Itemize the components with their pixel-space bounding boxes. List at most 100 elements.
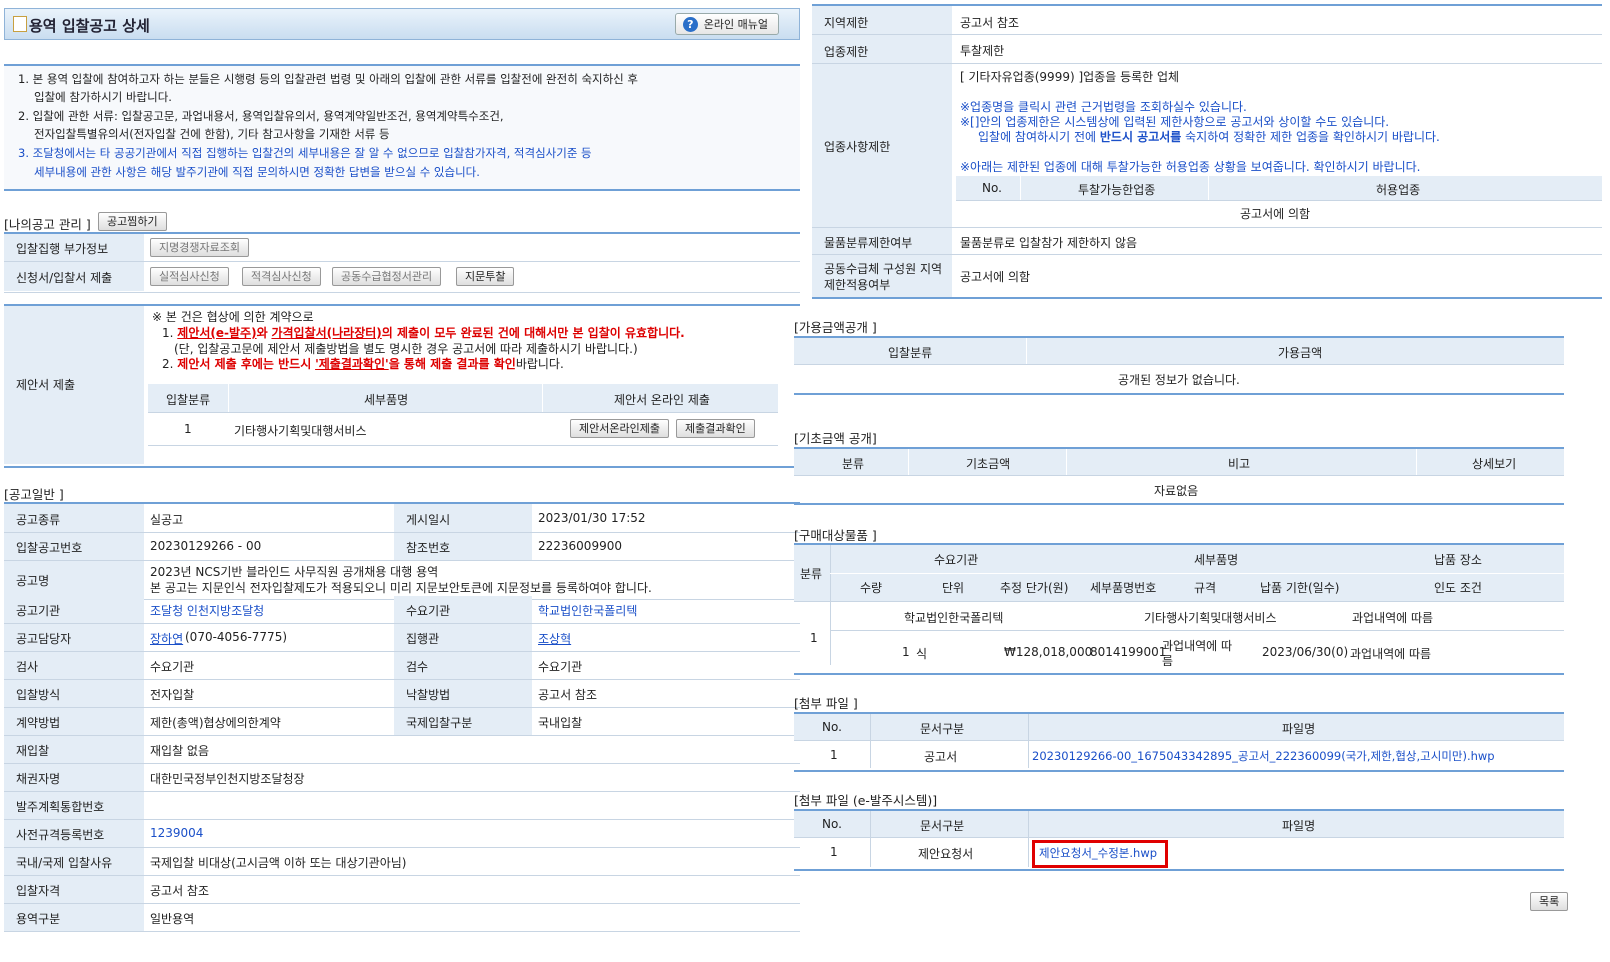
page-title: 용역 입찰공고 상세 [29,17,150,35]
restriction-table: 지역제한 공고서 참조 업종제한 투찰제한 업종사항제한 [ 기타자유업종(99… [812,4,1602,299]
purchase-delivery: 과업내역에 따름 [1350,647,1432,661]
post-date-label: 게시일시 [406,513,451,527]
industry-note-3: 입찰에 참여하시기 전에 반드시 공고서를 숙지하여 정확한 제한 업종을 확인… [978,130,1440,144]
purchase-item-no: 8014199001 [1090,645,1167,659]
industry-note-4: ※아래는 제한된 업종에 대해 투찰가능한 허용업종 상황을 보여줍니다. 확인… [960,160,1421,174]
proposal-table-header: 입찰분류 세부품명 제안서 온라인 제출 [148,384,778,413]
rebid-label: 재입찰 [16,744,50,758]
contract-method-label: 계약방법 [16,716,61,730]
notice-agency-label: 공고기관 [16,604,61,618]
bid-actions: 입찰집행 부가정보 지명경쟁자료조회 신청서/입찰서 제출 실적심사신청 적격심… [4,232,800,293]
notice-line: 1. 본 용역 입찰에 참여하고자 하는 분들은 시행령 등의 입찰관련 법령 … [18,72,639,86]
manager-link[interactable]: 장하연 [150,630,183,647]
purchase-row-no: 1 [810,631,818,645]
bookmark-notice-button[interactable]: 공고찜하기 [98,212,167,231]
bid-method-label: 입찰방식 [16,688,61,702]
service-type-label: 용역구분 [16,912,61,926]
my-notice-title: [나의공고 관리 ] [4,217,91,232]
joint-label: 공동수급체 구성원 지역 [824,262,943,276]
intl-bid-type-label: 국제입찰구분 [406,716,473,730]
exec-info-label-cell: 입찰집행 부가정보 [4,234,144,261]
performance-review-button[interactable]: 실적심사신청 [150,267,229,286]
industry-detail-line: [ 기타자유업종(9999) ]업종을 등록한 업체 [960,70,1180,84]
purchase-due: 2023/06/30(0) [1262,645,1349,659]
attach2-title: [첨부 파일 (e-발주시스템)] [794,793,938,808]
designated-competition-button[interactable]: 지명경쟁자료조회 [150,238,249,257]
purchase-price: ₩128,018,000 [1004,645,1093,659]
proposal-head: ※ 본 건은 협상에 의한 계약으로 [152,310,314,324]
proposal-line2: 2. 제안서 제출 후에는 반드시 '제출결과확인'을 통해 제출 결과를 확인… [162,357,564,371]
purchase-agency: 학교법인한국폴리텍 [904,611,1004,625]
industry-detail-label: 업종사항제한 [824,140,891,154]
page-header: 용역 입찰공고 상세 ? 온라인 매뉴얼 [4,8,800,40]
edit-icon [13,16,27,32]
available-amount-empty: 공개된 정보가 없습니다. [1118,373,1240,387]
help-icon: ? [682,17,698,32]
qualification-review-button[interactable]: 적격심사신청 [242,267,321,286]
industry-label: 업종제한 [824,45,869,59]
creditor-label: 채권자명 [16,772,61,786]
intl-reason-label: 국내/국제 입찰사유 [16,856,113,870]
inspection-value: 수요기관 [150,660,195,674]
available-amount-table: 입찰분류 가용금액 공개된 정보가 없습니다. [794,336,1564,395]
executor-link[interactable]: 조상혁 [538,630,571,647]
proposal-section: 제안서 제출 ※ 본 건은 협상에 의한 계약으로 1. 제안서(e-발주)와 … [4,304,800,468]
base-amount-table: 분류 기초금액 비고 상세보기 자료없음 [794,447,1564,505]
purchase-table: 분류 수요기관 세부품명 납품 장소 수량 단위 추정 단가(원) 세부품명번호… [794,543,1564,675]
purchase-unit: 식 [916,647,928,661]
joint-value: 공고서에 의함 [960,270,1031,284]
pre-spec-link[interactable]: 1239004 [150,826,203,840]
award-method-value: 공고서 참조 [538,688,598,702]
notice-line: 입찰에 참가하시기 바랍니다. [34,90,172,104]
region-label: 지역제한 [824,16,869,30]
reference-number-value: 22236009900 [538,539,622,553]
bid-qualification-label: 입찰자격 [16,884,61,898]
demand-agency-label: 수요기관 [406,604,451,618]
industry-row: 공고서에 의함 [1240,207,1311,221]
attach-title: [첨부 파일 ] [794,696,858,711]
demand-agency-link[interactable]: 학교법인한국폴리텍 [538,602,637,619]
notice-type-value: 실공고 [150,513,184,527]
attach2-table: No. 문서구분 파일명 1 제안요청서 제안요청서_수정본.hwp [794,809,1564,871]
intl-bid-type-value: 국내입찰 [538,716,583,730]
reference-number-label: 참조번호 [406,541,451,555]
purchase-item: 기타행사기획및대행서비스 [1144,611,1277,625]
notice-agency-link[interactable]: 조달청 인천지방조달청 [150,602,264,619]
fingerprint-bid-button[interactable]: 지문투찰 [456,267,515,286]
joint-agreement-button[interactable]: 공동수급협정서관리 [332,267,442,286]
proposal-request-file-link[interactable]: 제안요청서_수정본.hwp [1032,840,1169,868]
service-type-value: 일반용역 [150,912,195,926]
intl-reason-value: 국제입찰 비대상(고시금액 이하 또는 대상기관아님) [150,856,407,870]
submit-result-check-button[interactable]: 제출결과확인 [676,419,755,438]
submit-label-cell: 신청서/입찰서 제출 [4,262,144,291]
online-manual-button[interactable]: ? 온라인 매뉴얼 [674,13,779,35]
region-value: 공고서 참조 [960,16,1020,30]
order-plan-label: 발주계획통합번호 [16,800,105,814]
goods-restrict-value: 물품분류로 입찰참가 제한하지 않음 [960,236,1138,250]
proposal-online-submit-button[interactable]: 제안서온라인제출 [570,419,669,438]
notice-type-label: 공고종류 [16,513,61,527]
contract-method-value: 제한(총액)협상에의한계약 [150,716,281,730]
acceptance-value: 수요기관 [538,660,583,674]
attach-file-link[interactable]: 20230129266-00_1675043342895_공고서_2223600… [1032,748,1495,764]
notice-name-note: 본 공고는 지문인식 전자입찰제도가 적용되오니 미리 지문보안토큰에 지문정보… [150,581,652,595]
bid-number-value: 20230129266 - 00 [150,539,262,553]
purchase-qty: 1 [902,645,910,659]
purchase-place: 과업내역에 따름 [1352,611,1434,625]
general-table: 공고종류 실공고 게시일시 2023/01/30 17:52 입찰공고번호 20… [4,502,800,600]
base-amount-empty: 자료없음 [1154,484,1199,498]
purchase-title: [구매대상물품 ] [794,528,877,543]
notice-name-value: 2023년 NCS기반 블라인드 사무직원 공개채용 대행 용역 [150,565,439,579]
bid-qualification-value: 공고서 참조 [150,884,210,898]
industry-value: 투찰제한 [960,44,1005,58]
post-date-value: 2023/01/30 17:52 [538,511,646,525]
proposal-row: 1 기타행사기획및대행서비스 제안서온라인제출 제출결과확인 [148,413,778,446]
list-button[interactable]: 목록 [1530,892,1569,911]
purchase-spec-2: 름 [1162,654,1174,668]
proposal-line1: 1. 제안서(e-발주)와 가격입찰서(나라장터)의 제출이 모두 완료된 건에… [162,326,685,340]
rebid-value: 재입찰 없음 [150,744,210,758]
manager-phone: (070-4056-7775) [185,630,288,644]
general-title: [공고일반 ] [4,487,64,502]
award-method-label: 낙찰방법 [406,688,451,702]
proposal-label-cell: 제안서 제출 [4,306,144,464]
